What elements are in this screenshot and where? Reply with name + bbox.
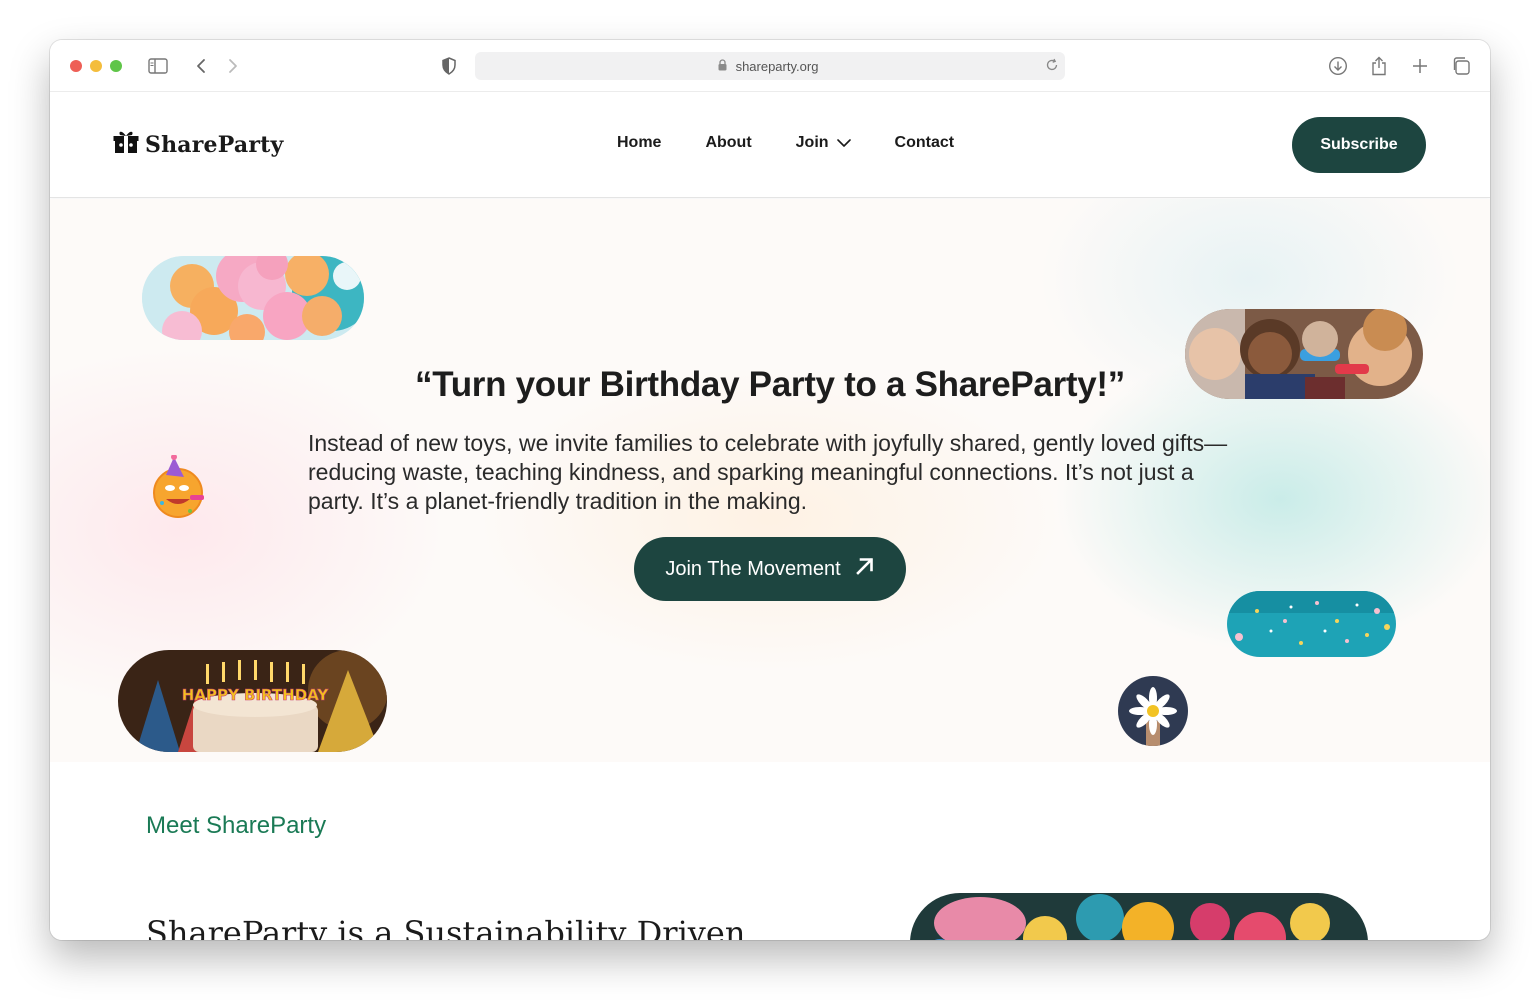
- logo[interactable]: ShareParty: [113, 130, 283, 159]
- site-header: ShareParty Home About Join Contact Subsc…: [50, 92, 1490, 198]
- new-tab-icon[interactable]: [1408, 54, 1432, 78]
- hero-description: Instead of new toys, we invite families …: [308, 430, 1228, 514]
- nav-contact[interactable]: Contact: [895, 134, 955, 152]
- section-eyebrow: Meet ShareParty: [146, 812, 327, 839]
- cake-candle-letters: HAPPY BIRTHDAY: [182, 686, 330, 704]
- nav-contact-label: Contact: [894, 134, 955, 151]
- main-nav: Home About Join Contact: [617, 134, 998, 152]
- join-movement-button[interactable]: Join The Movement: [634, 537, 906, 601]
- section-title: ShareParty is a Sustainability Driven: [146, 914, 746, 940]
- tab-overview-icon[interactable]: [1449, 54, 1473, 78]
- forward-icon[interactable]: [221, 54, 245, 78]
- lock-icon: [718, 59, 727, 74]
- chevron-down-icon: [836, 134, 851, 152]
- party-smiley-image: [150, 455, 212, 519]
- hero-title: “Turn your Birthday Party to a SharePart…: [415, 365, 1125, 404]
- maximize-window-button[interactable]: [110, 60, 122, 72]
- back-icon[interactable]: [189, 54, 213, 78]
- reload-icon[interactable]: [1045, 58, 1059, 75]
- privacy-shield-icon[interactable]: [437, 54, 461, 78]
- daisy-flower-image: [1118, 676, 1188, 746]
- confetti-image: [1227, 591, 1396, 657]
- birthday-cake-image: HAPPY BIRTHDAY: [118, 650, 387, 752]
- balloon-crowd-image: [910, 893, 1368, 940]
- url-text: shareparty.org: [735, 58, 819, 74]
- logo-text: ShareParty: [145, 131, 284, 158]
- join-movement-label: Join The Movement: [665, 557, 841, 580]
- nav-join-label: Join: [795, 134, 829, 151]
- nav-join-dropdown[interactable]: Join: [796, 134, 851, 152]
- share-icon[interactable]: [1367, 54, 1391, 78]
- subscribe-button[interactable]: Subscribe: [1292, 117, 1426, 173]
- hero-section: HAPPY BIRTHDAY “Turn your Birthday Party…: [50, 199, 1490, 762]
- sidebar-toggle-icon[interactable]: [146, 54, 170, 78]
- download-icon[interactable]: [1326, 54, 1350, 78]
- gift-box-logo-icon: [113, 130, 139, 159]
- browser-toolbar: shareparty.org: [50, 40, 1490, 92]
- nav-home-label: Home: [617, 134, 662, 151]
- address-bar[interactable]: shareparty.org: [475, 52, 1065, 80]
- arrow-up-right-icon: [855, 556, 875, 582]
- meet-section: Meet ShareParty ShareParty is a Sustaina…: [50, 762, 1490, 940]
- balloons-image: [142, 256, 364, 340]
- close-window-button[interactable]: [70, 60, 82, 72]
- nav-about-label: About: [705, 134, 752, 151]
- nav-home[interactable]: Home: [617, 134, 661, 152]
- nav-about[interactable]: About: [705, 134, 751, 152]
- browser-window: shareparty.org ShareParty Home About Joi…: [50, 40, 1490, 940]
- minimize-window-button[interactable]: [90, 60, 102, 72]
